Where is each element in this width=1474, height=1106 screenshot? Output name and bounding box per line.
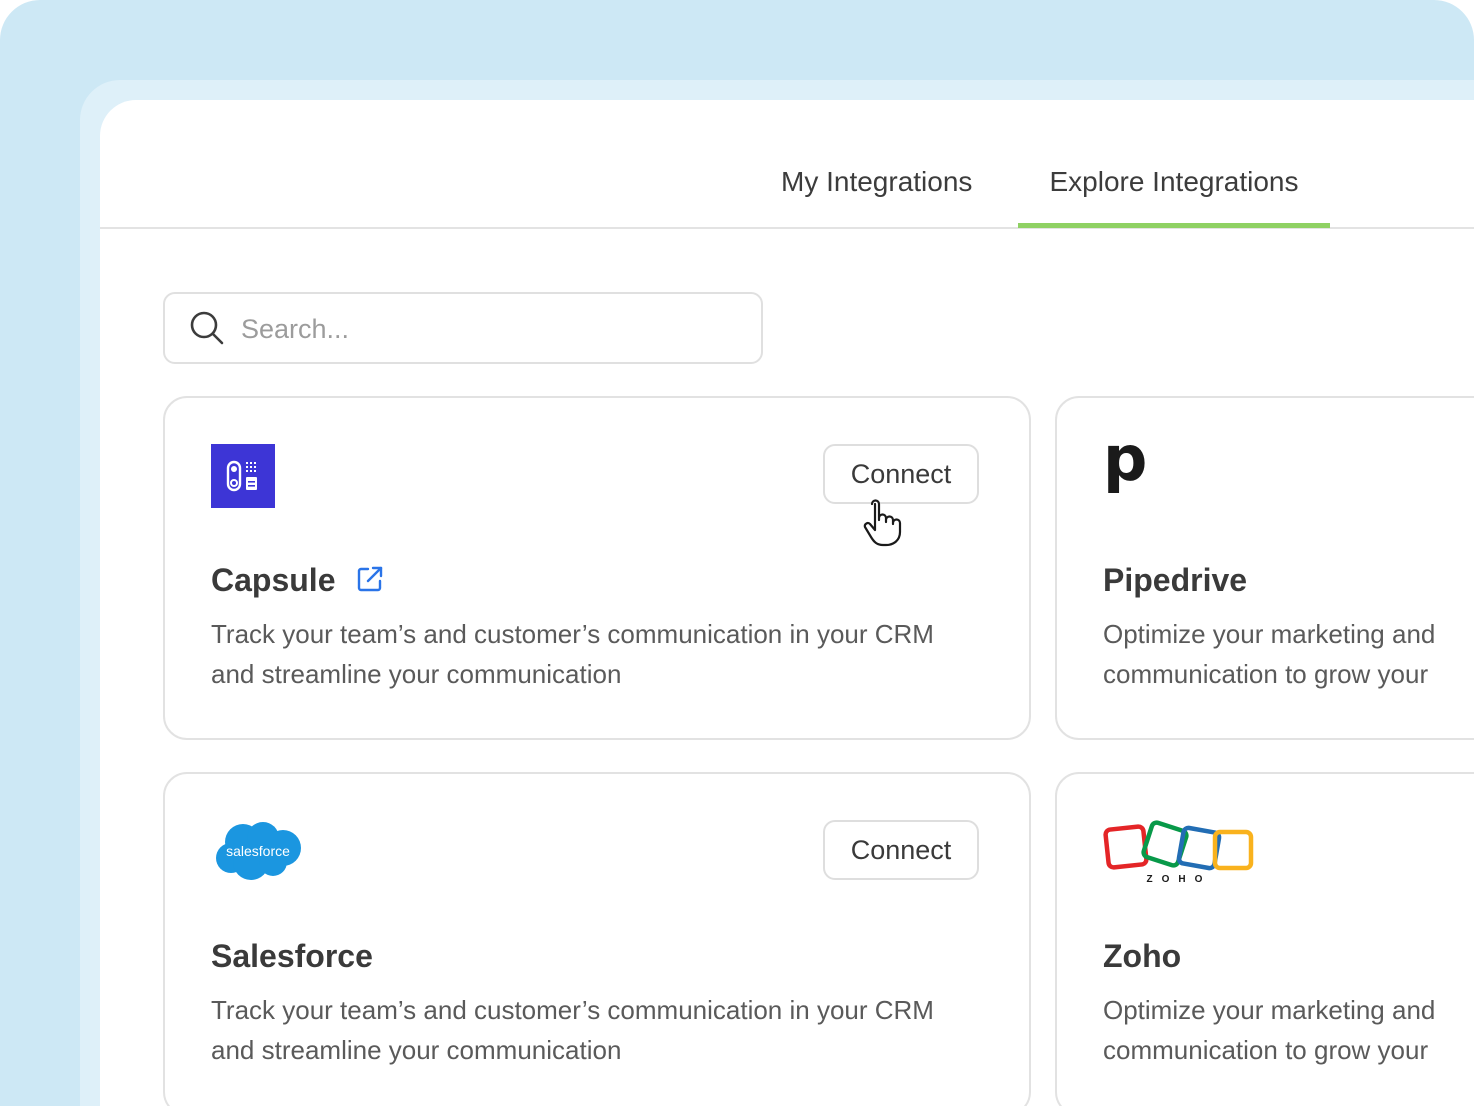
integration-card-salesforce: salesforce Connect Salesforce Track your… bbox=[163, 772, 1031, 1106]
salesforce-logo-text: salesforce bbox=[226, 843, 290, 859]
search-input[interactable] bbox=[239, 306, 743, 352]
hand-pointer-cursor-icon bbox=[863, 499, 902, 547]
card-title-pipedrive: Pipedrive bbox=[1103, 562, 1248, 598]
zoho-logo-text: ZOHO bbox=[1147, 874, 1212, 885]
card-description-line: Optimize your marketing and bbox=[1103, 619, 1436, 649]
search-box[interactable] bbox=[163, 292, 763, 364]
card-title-capsule: Capsule bbox=[211, 562, 336, 598]
connect-button-capsule[interactable]: Connect bbox=[823, 444, 979, 504]
tab-explore-integrations[interactable]: Explore Integrations bbox=[1018, 166, 1330, 226]
search-icon bbox=[190, 311, 224, 345]
card-description-line: Optimize your marketing and bbox=[1103, 995, 1436, 1025]
card-title-salesforce: Salesforce bbox=[211, 938, 373, 974]
card-description-capsule: Track your team’s and customer’s communi… bbox=[211, 619, 934, 689]
card-description-line: communication to grow your bbox=[1103, 1035, 1429, 1065]
card-title-zoho: Zoho bbox=[1103, 938, 1182, 974]
card-description-zoho: Optimize your marketing and communicatio… bbox=[1103, 990, 1474, 1070]
external-link-icon[interactable] bbox=[355, 564, 385, 594]
integrations-panel: My Integrations Explore Integrations Sea… bbox=[100, 100, 1474, 1106]
pipedrive-logo: p bbox=[1103, 422, 1148, 495]
capsule-logo bbox=[211, 444, 275, 513]
integration-card-zoho: ZOHO Zoho Optimize your marketing and co… bbox=[1055, 772, 1474, 1106]
card-description-pipedrive: Optimize your marketing and communicatio… bbox=[1103, 614, 1474, 694]
active-tab-indicator bbox=[1018, 223, 1330, 228]
card-description-salesforce: Track your team’s and customer’s communi… bbox=[211, 995, 934, 1065]
integration-card-pipedrive: p Pipedrive Optimize your marketing and … bbox=[1055, 396, 1474, 740]
card-description-line: communication to grow your bbox=[1103, 659, 1429, 689]
tab-my-integrations[interactable]: My Integrations bbox=[781, 166, 972, 226]
integration-card-capsule: Connect Capsule Track your team’s and cu… bbox=[163, 396, 1031, 740]
salesforce-logo: salesforce bbox=[213, 820, 303, 889]
tabs-bar: My Integrations Explore Integrations bbox=[100, 100, 1474, 229]
connect-button-salesforce[interactable]: Connect bbox=[823, 820, 979, 880]
zoho-logo: ZOHO bbox=[1103, 820, 1257, 891]
